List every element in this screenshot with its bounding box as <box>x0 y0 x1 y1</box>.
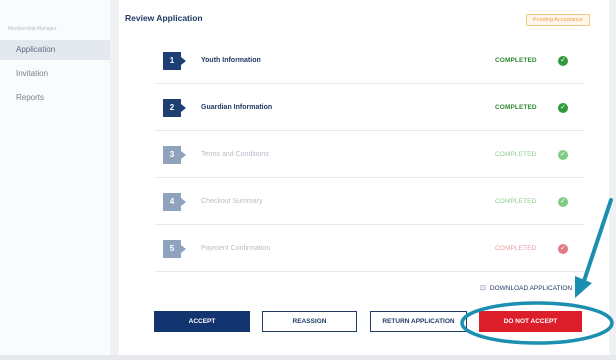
check-circle-icon: ✓ <box>558 56 568 66</box>
step-status: COMPLETED <box>495 198 537 205</box>
return-application-button[interactable]: RETURN APPLICATION <box>370 311 467 332</box>
step-number: 1 <box>163 52 181 70</box>
do-not-accept-button[interactable]: DO NOT ACCEPT <box>479 311 582 332</box>
check-circle-icon: ✓ <box>558 197 568 207</box>
step-number: 2 <box>163 99 181 117</box>
sidebar-title: Membership Manager <box>8 26 57 32</box>
step-row-guardian-information[interactable]: 2 Guardian Information COMPLETED ✓ <box>155 85 584 131</box>
sidebar-item-invitation[interactable]: Invitation <box>0 64 110 84</box>
step-arrow-icon <box>181 245 186 253</box>
step-status: COMPLETED <box>495 151 537 158</box>
step-status: COMPLETED <box>495 104 537 111</box>
step-arrow-icon <box>181 151 186 159</box>
step-row-youth-information[interactable]: 1 Youth Information COMPLETED ✓ <box>155 38 584 84</box>
page-title: Review Application <box>125 13 203 23</box>
step-status: COMPLETED <box>495 245 537 252</box>
step-number: 4 <box>163 193 181 211</box>
status-badge: Pending Acceptance <box>525 14 590 26</box>
step-arrow-icon <box>181 104 186 112</box>
step-status: COMPLETED <box>495 57 537 64</box>
download-application-link[interactable]: ⊡ DOWNLOAD APPLICATION <box>480 284 572 292</box>
reassign-button[interactable]: REASSIGN <box>262 311 357 332</box>
step-number: 3 <box>163 146 181 164</box>
step-arrow-icon <box>181 57 186 65</box>
step-label: Payment Confirmation <box>201 245 271 252</box>
sidebar: Membership Manager Application Invitatio… <box>0 0 110 360</box>
step-label: Terms and Conditions <box>201 151 269 158</box>
step-number: 5 <box>163 240 181 258</box>
step-label: Checkout Summary <box>201 198 263 205</box>
step-arrow-icon <box>181 198 186 206</box>
check-circle-icon: ✓ <box>558 244 568 254</box>
main-panel: Review Application Pending Acceptance 1 … <box>119 0 609 355</box>
check-circle-icon: ✓ <box>558 150 568 160</box>
sidebar-item-application[interactable]: Application <box>0 40 110 60</box>
check-circle-icon: ✓ <box>558 103 568 113</box>
step-label: Guardian Information <box>201 104 273 111</box>
sidebar-item-reports[interactable]: Reports <box>0 88 110 108</box>
download-icon: ⊡ <box>480 285 486 292</box>
download-label: DOWNLOAD APPLICATION <box>489 285 573 292</box>
bottom-strip <box>0 355 616 360</box>
accept-button[interactable]: ACCEPT <box>154 311 250 332</box>
step-row-checkout-summary[interactable]: 4 Checkout Summary COMPLETED ✓ <box>155 179 584 225</box>
step-row-payment-confirmation[interactable]: 5 Payment Confirmation COMPLETED ✓ <box>155 226 584 272</box>
step-row-terms-and-conditions[interactable]: 3 Terms and Conditions COMPLETED ✓ <box>155 132 584 178</box>
step-label: Youth Information <box>201 57 261 64</box>
